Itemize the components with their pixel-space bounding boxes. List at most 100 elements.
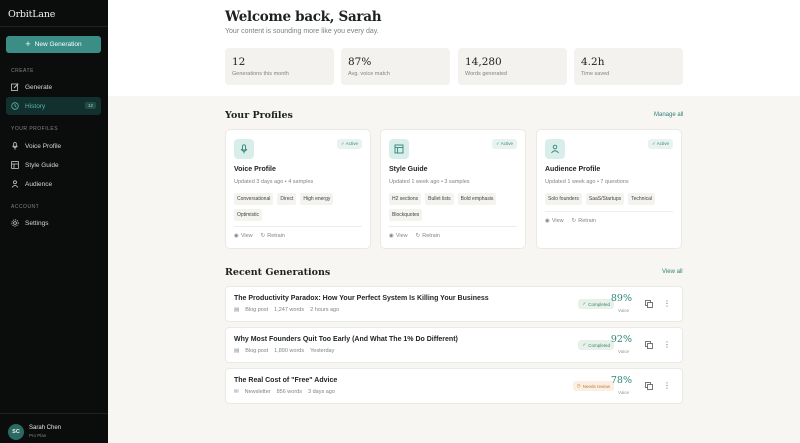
view-button[interactable]: ◉ View <box>389 233 408 239</box>
sidebar-item-voice-profile[interactable]: Voice Profile <box>6 137 101 155</box>
layout-icon <box>11 161 19 169</box>
user-plan: Pro Plan <box>29 433 47 438</box>
copy-icon[interactable] <box>645 300 653 308</box>
view-button[interactable]: ◉ View <box>234 233 253 239</box>
profiles-heading: Your Profiles <box>225 110 293 121</box>
view-label: View <box>395 233 408 239</box>
status-badge: ✓ Active <box>647 139 673 149</box>
stat-value: 87% <box>348 56 372 68</box>
generation-meta: ✉ Newsletter 856 words 3 days ago <box>234 389 335 395</box>
card-divider <box>234 226 362 227</box>
more-options-icon[interactable]: ⋮ <box>663 339 671 351</box>
generation-meta: ▤ Blog post 1,247 words 2 hours ago <box>234 307 339 313</box>
mic-icon <box>234 139 254 159</box>
document-icon: ▤ <box>234 307 240 313</box>
card-actions: ◉ View ↻ Retrain <box>545 218 596 224</box>
sidebar-item-generate[interactable]: Generate <box>6 78 101 96</box>
voice-label: Voice <box>617 390 629 395</box>
stat-card: 4.2h Time saved <box>574 48 683 85</box>
manage-all-link[interactable]: Manage all <box>654 112 683 118</box>
status-badge: ✓ Completed <box>578 299 614 309</box>
layout-icon <box>389 139 409 159</box>
retrain-button[interactable]: ↻ Retrain <box>572 218 596 224</box>
mic-icon <box>11 142 19 150</box>
sidebar-item-audience[interactable]: Audience <box>6 175 101 193</box>
tag: High energy <box>300 193 334 205</box>
history-count-badge: 12 <box>84 102 96 109</box>
retrain-button[interactable]: ↻ Retrain <box>261 233 285 239</box>
card-divider <box>545 211 673 212</box>
view-all-link[interactable]: View all <box>662 269 683 275</box>
mail-icon: ✉ <box>234 389 239 395</box>
more-options-icon[interactable]: ⋮ <box>663 298 671 310</box>
card-actions: ◉ View ↻ Retrain <box>234 233 285 239</box>
sidebar-item-label: History <box>25 102 46 110</box>
tag: SaaS/Startups <box>585 193 625 205</box>
profile-card-style[interactable]: ✓ Active Style Guide Updated 1 week ago … <box>380 129 526 249</box>
retrain-button[interactable]: ↻ Retrain <box>416 233 440 239</box>
tag: Bullet lists <box>425 193 454 205</box>
view-button[interactable]: ◉ View <box>545 218 564 224</box>
page-title: Welcome back, Sarah <box>225 9 382 25</box>
card-title: Voice Profile <box>234 166 276 173</box>
profile-card-audience[interactable]: ✓ Active Audience Profile Updated 1 week… <box>536 129 682 249</box>
generation-row[interactable]: Why Most Founders Quit Too Early (And Wh… <box>225 327 683 363</box>
tag: H2 sections <box>389 193 422 205</box>
generation-words: 1,890 words <box>274 348 305 354</box>
status-badge: ✓ Active <box>491 139 517 149</box>
generation-row[interactable]: The Productivity Paradox: How Your Perfe… <box>225 286 683 322</box>
card-title: Style Guide <box>389 166 428 173</box>
generation-time: Yesterday <box>310 348 335 354</box>
document-icon: ▤ <box>234 348 240 354</box>
stat-label: Generations this month <box>232 71 289 77</box>
tag-list: H2 sections Bullet lists Bold emphasis B… <box>389 193 517 221</box>
avatar[interactable]: SC <box>8 424 24 440</box>
card-divider <box>389 226 517 227</box>
generation-title: The Productivity Paradox: How Your Perfe… <box>234 295 489 302</box>
status-label: Completed <box>588 301 610 307</box>
card-meta: Updated 1 week ago • 7 questions <box>545 179 629 185</box>
profile-card-voice[interactable]: ✓ Active Voice Profile Updated 3 days ag… <box>225 129 371 249</box>
sidebar-item-history[interactable]: History 12 <box>6 97 101 115</box>
refresh-icon: ↻ <box>415 233 421 239</box>
section-label-profiles: YOUR PROFILES <box>11 126 59 132</box>
sidebar-divider <box>0 26 108 27</box>
section-label-account: ACCOUNT <box>11 204 40 210</box>
voice-score: 78% <box>610 375 632 386</box>
status-label: Needs review <box>582 383 610 389</box>
refresh-icon: ↻ <box>571 218 577 224</box>
card-meta: Updated 1 week ago • 3 samples <box>389 179 470 185</box>
sidebar-divider <box>0 413 108 414</box>
generation-row[interactable]: The Real Cost of "Free" Advice ✉ Newslet… <box>225 368 683 404</box>
edit-icon <box>11 83 19 91</box>
more-options-icon[interactable]: ⋮ <box>663 380 671 392</box>
sidebar-item-label: Generate <box>25 83 53 91</box>
copy-icon[interactable] <box>645 341 653 349</box>
status-badge: ◷ Needs review <box>572 381 614 391</box>
copy-icon[interactable] <box>645 382 653 390</box>
tag: Bold emphasis <box>457 193 497 205</box>
app-logo[interactable]: OrbitLane <box>8 9 55 20</box>
generation-type: Blog post <box>245 348 269 354</box>
generation-time: 3 days ago <box>307 389 335 395</box>
view-label: View <box>240 233 253 239</box>
card-title: Audience Profile <box>545 166 601 173</box>
sidebar-item-settings[interactable]: Settings <box>6 214 101 232</box>
generation-title: Why Most Founders Quit Too Early (And Wh… <box>234 336 458 343</box>
stat-card: 14,280 Words generated <box>458 48 567 85</box>
tag: Conversational <box>234 193 274 205</box>
generation-words: 1,247 words <box>274 307 305 313</box>
tag: Solo founders <box>545 193 582 205</box>
tag: Direct <box>277 193 297 205</box>
user-name: Sarah Chen <box>29 425 62 431</box>
tag-list: Solo founders SaaS/Startups Technical <box>545 193 673 205</box>
status-badge: ✓ Completed <box>578 340 614 350</box>
new-generation-label: New Generation <box>34 41 82 48</box>
plus-icon: + <box>25 38 31 49</box>
sidebar-item-style-guide[interactable]: Style Guide <box>6 156 101 174</box>
new-generation-button[interactable]: + New Generation <box>6 36 101 53</box>
stat-value: 12 <box>232 56 246 68</box>
view-label: View <box>551 218 564 224</box>
retrain-label: Retrain <box>267 233 285 239</box>
gear-icon <box>11 219 19 227</box>
